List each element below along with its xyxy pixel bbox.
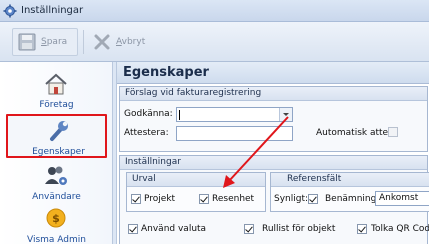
page-title: Egenskaper xyxy=(123,65,209,80)
auto-attest-label: Automatisk attest xyxy=(316,128,397,138)
group-title: Urval xyxy=(127,173,265,187)
sidebar-item-company[interactable]: Företag xyxy=(6,70,107,114)
name-label: Benämning: xyxy=(325,194,380,204)
toolbar: Spara Avbryt xyxy=(0,22,429,62)
qr-code-label: Tolka QR Code xyxy=(371,224,429,234)
qr-code-checkbox[interactable] xyxy=(357,224,367,234)
visible-checkbox[interactable] xyxy=(308,194,318,204)
toolbar-separator xyxy=(83,30,84,54)
attest-label: Attestera: xyxy=(124,128,169,138)
title-bar: Inställningar xyxy=(0,0,429,22)
sidebar-item-label: Användare xyxy=(32,192,81,202)
users-gear-icon xyxy=(45,166,67,185)
x-mark-icon xyxy=(94,34,110,50)
use-currency-label: Använd valuta xyxy=(141,224,207,234)
approve-label: Godkänna: xyxy=(124,109,173,119)
chevron-down-icon[interactable] xyxy=(279,108,292,121)
sidebar: Företag Egenskaper Användare $ Visma Adm… xyxy=(0,62,113,244)
sidebar-item-properties[interactable]: Egenskaper xyxy=(6,114,107,158)
travel-label: Resenhet xyxy=(212,194,255,204)
sidebar-item-users[interactable]: Användare xyxy=(6,162,107,206)
sidebar-item-label: Egenskaper xyxy=(32,147,85,157)
reference-field-group: Referensfält Synligt: Benämning: Ankomst xyxy=(270,172,429,212)
save-button[interactable]: Spara xyxy=(12,28,78,56)
scroll-list-label: Rullist för objekt xyxy=(262,224,336,234)
page-header: Egenskaper xyxy=(117,62,429,84)
project-checkbox[interactable] xyxy=(131,194,141,204)
save-button-label: Spara xyxy=(41,37,68,47)
approve-combobox[interactable] xyxy=(176,107,293,122)
wrench-icon xyxy=(50,121,68,141)
gear-icon xyxy=(3,4,17,18)
cancel-button[interactable]: Avbryt xyxy=(88,28,158,56)
visible-label: Synligt: xyxy=(274,194,309,204)
travel-checkbox[interactable] xyxy=(199,194,209,204)
cancel-button-label: Avbryt xyxy=(116,37,146,47)
text-cursor xyxy=(179,110,180,120)
name-input-value: Ankomst xyxy=(379,193,419,203)
selection-group: Urval Projekt Resenhet xyxy=(126,172,266,212)
group-title: Förslag vid fakturaregistrering xyxy=(120,87,427,101)
coins-icon: $ xyxy=(46,208,66,228)
scroll-list-checkbox[interactable] xyxy=(244,224,254,234)
auto-attest-checkbox[interactable] xyxy=(388,127,398,137)
svg-text:$: $ xyxy=(52,212,60,225)
project-label: Projekt xyxy=(144,194,176,204)
sidebar-item-visma-admin[interactable]: $ Visma Admin xyxy=(6,205,107,244)
window-title: Inställningar xyxy=(21,5,84,16)
use-currency-checkbox[interactable] xyxy=(128,224,138,234)
name-input[interactable]: Ankomst xyxy=(375,191,429,206)
attest-combobox[interactable] xyxy=(176,126,293,141)
settings-group: Inställningar Urval Projekt Resenhet Ref… xyxy=(119,155,429,244)
group-title: Referensfält xyxy=(271,173,429,187)
invoice-suggestion-group: Förslag vid fakturaregistrering Godkänna… xyxy=(119,86,428,152)
house-icon xyxy=(45,73,67,95)
sidebar-item-label: Visma Admin xyxy=(27,235,86,244)
group-title: Inställningar xyxy=(120,156,427,170)
floppy-disk-icon xyxy=(18,33,36,51)
main-panel: Egenskaper Förslag vid fakturaregistreri… xyxy=(116,62,429,244)
sidebar-item-label: Företag xyxy=(39,100,74,110)
